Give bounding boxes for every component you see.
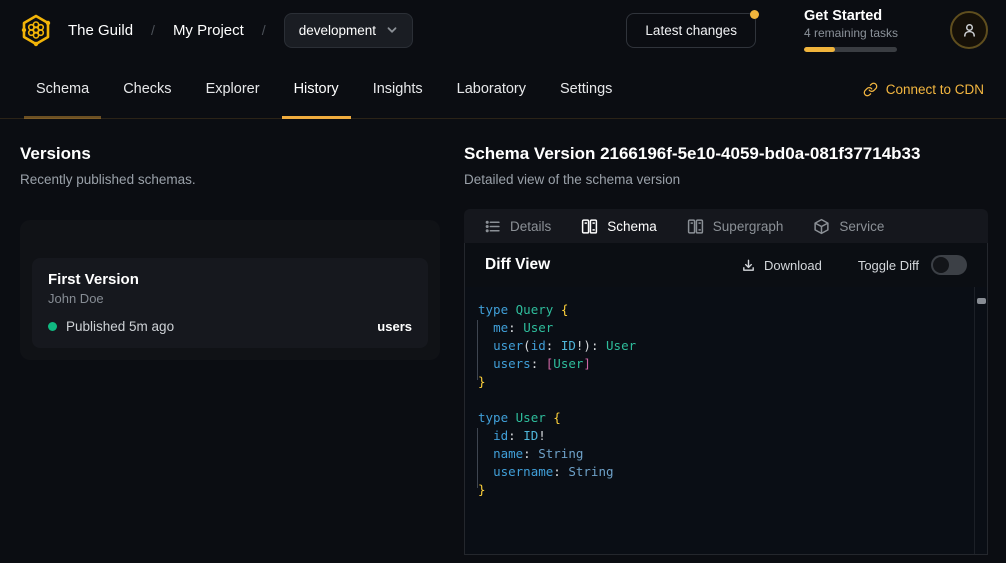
breadcrumb-project[interactable]: My Project <box>173 22 244 39</box>
nav-tab-history[interactable]: History <box>282 60 351 118</box>
breadcrumb-separator: / <box>262 22 266 38</box>
nav-tab-label: Schema <box>36 81 89 97</box>
switch-knob <box>933 257 949 273</box>
list-icon <box>484 218 501 235</box>
nav-tab-checks[interactable]: Checks <box>111 60 183 118</box>
nav-tabs: Schema Checks Explorer History Insights Labor… <box>24 60 624 118</box>
get-started-progress-fill <box>804 47 835 52</box>
nav-tab-label: Explorer <box>206 81 260 97</box>
detail-tab-schema[interactable]: Schema <box>581 218 657 235</box>
nav-tab-label: Checks <box>123 81 171 97</box>
app-root: The Guild / My Project / development Lat… <box>0 0 1006 563</box>
indent-guide <box>477 428 478 488</box>
connect-to-cdn-label: Connect to CDN <box>886 82 984 97</box>
get-started-progressbar <box>804 47 897 52</box>
target-selector-value: development <box>299 23 376 38</box>
download-icon <box>741 258 756 273</box>
connect-to-cdn-link[interactable]: Connect to CDN <box>863 60 984 118</box>
main-content: Versions Recently published schemas. Fir… <box>0 119 1006 563</box>
diff-view-title: Diff View <box>485 256 550 274</box>
get-started-widget[interactable]: Get Started 4 remaining tasks <box>804 8 902 52</box>
nav-tab-laboratory[interactable]: Laboratory <box>445 60 538 118</box>
toggle-diff-switch[interactable] <box>931 255 967 275</box>
cube-icon <box>813 218 830 235</box>
notification-dot <box>750 10 759 19</box>
latest-changes-button[interactable]: Latest changes <box>626 13 756 48</box>
nav-tab-schema[interactable]: Schema <box>24 60 101 118</box>
toggle-diff-label: Toggle Diff <box>858 258 919 273</box>
indent-guide <box>477 320 478 380</box>
top-header: The Guild / My Project / development Lat… <box>0 0 1006 60</box>
version-status: Published 5m ago <box>66 319 174 334</box>
schema-code: type Query { me: User user(id: ID!): Use… <box>478 301 973 499</box>
nav-tab-settings[interactable]: Settings <box>548 60 624 118</box>
person-icon <box>961 22 978 39</box>
schema-code-viewer[interactable]: type Query { me: User user(id: ID!): Use… <box>465 287 987 555</box>
breadcrumb-separator: / <box>151 22 155 38</box>
nav-tab-explorer[interactable]: Explorer <box>194 60 272 118</box>
versions-subtitle: Recently published schemas. <box>20 172 440 187</box>
schema-version-subtitle: Detailed view of the schema version <box>464 172 988 187</box>
get-started-subtitle: 4 remaining tasks <box>804 26 902 40</box>
diff-view-header: Diff View Download Toggle Diff <box>465 243 987 287</box>
version-author: John Doe <box>48 291 412 306</box>
service-name-badge: users <box>377 319 412 334</box>
nav-tab-label: History <box>294 81 339 97</box>
detail-tab-strip: Details Schema Supergraph Service <box>464 209 988 243</box>
detail-tab-supergraph[interactable]: Supergraph <box>687 218 784 235</box>
latest-changes-label: Latest changes <box>645 23 737 38</box>
detail-tab-label: Schema <box>607 219 657 234</box>
detail-tab-service[interactable]: Service <box>813 218 884 235</box>
detail-tab-label: Details <box>510 219 551 234</box>
versions-card: First Version John Doe Published 5m ago … <box>20 220 440 360</box>
nav-tab-insights[interactable]: Insights <box>361 60 435 118</box>
versions-title: Versions <box>20 144 440 164</box>
book-icon <box>581 218 598 235</box>
version-name: First Version <box>48 271 412 288</box>
hive-logo-icon[interactable] <box>18 12 54 48</box>
main-nav: Schema Checks Explorer History Insights Labor… <box>0 60 1006 119</box>
download-button[interactable]: Download <box>741 258 822 273</box>
detail-tab-details[interactable]: Details <box>484 218 551 235</box>
version-detail-panel: Schema Version 2166196f-5e10-4059-bd0a-0… <box>464 119 988 555</box>
user-menu-button[interactable] <box>950 11 988 49</box>
version-list-item[interactable]: First Version John Doe Published 5m ago … <box>32 258 428 348</box>
published-status-dot <box>48 322 57 331</box>
link-icon <box>863 82 878 97</box>
download-label: Download <box>764 258 822 273</box>
detail-tab-label: Service <box>839 219 884 234</box>
versions-panel: Versions Recently published schemas. Fir… <box>20 119 440 360</box>
nav-tab-label: Laboratory <box>457 81 526 97</box>
schema-version-title: Schema Version 2166196f-5e10-4059-bd0a-0… <box>464 144 988 164</box>
target-selector[interactable]: development <box>284 13 413 48</box>
nav-tab-label: Settings <box>560 81 612 97</box>
detail-tab-label: Supergraph <box>713 219 784 234</box>
code-scrollbar-thumb[interactable] <box>977 298 986 304</box>
get-started-title: Get Started <box>804 8 902 24</box>
chevron-down-icon <box>386 24 398 36</box>
book-icon <box>687 218 704 235</box>
detail-panel-body: Diff View Download Toggle Diff <box>464 243 988 555</box>
code-scrollbar <box>974 287 987 555</box>
breadcrumb-org[interactable]: The Guild <box>68 22 133 39</box>
nav-tab-label: Insights <box>373 81 423 97</box>
